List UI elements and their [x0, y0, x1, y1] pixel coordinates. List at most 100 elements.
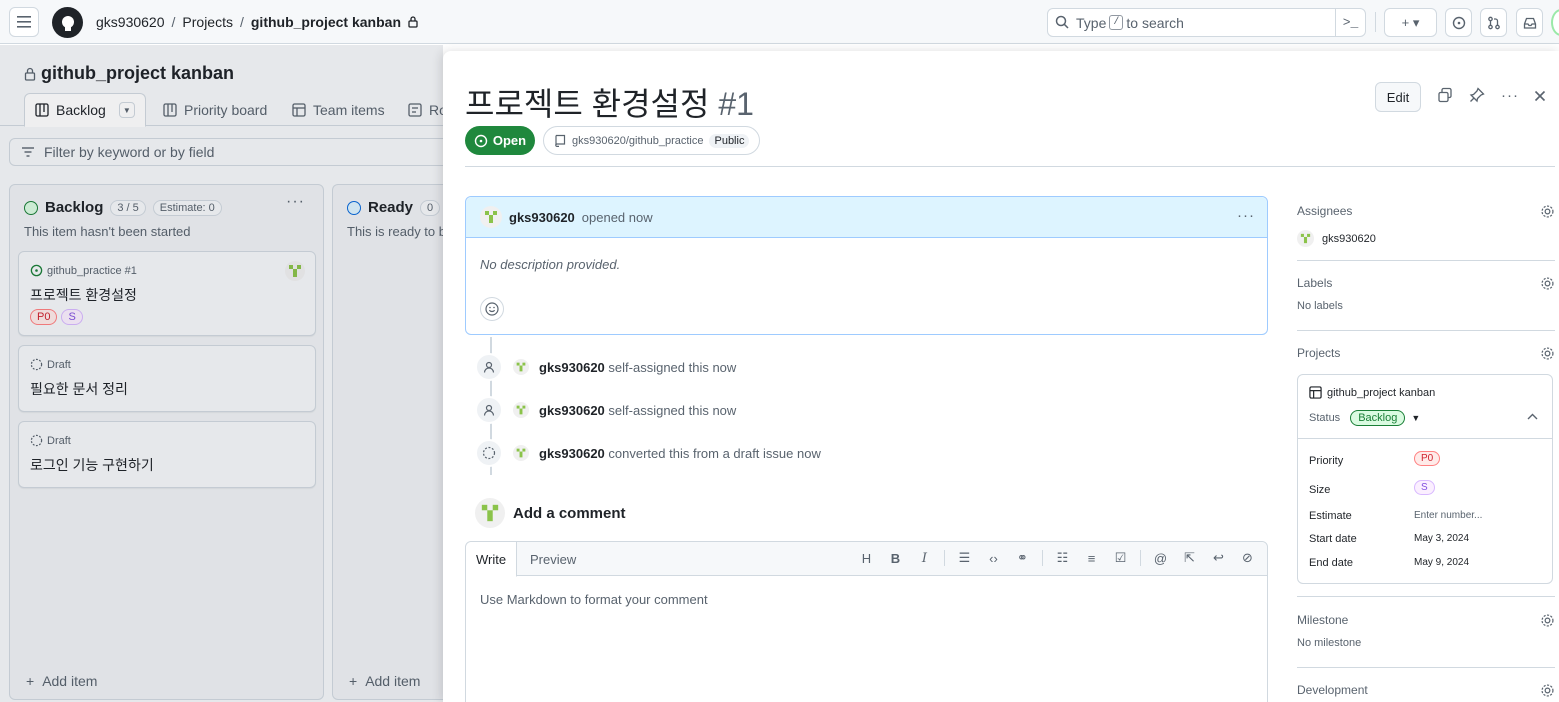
labels-section: Labels No labels — [1297, 276, 1555, 312]
card[interactable]: github_practice #1 프로젝트 환경설정 P0 S — [18, 251, 316, 336]
field-key: Start date — [1309, 533, 1357, 545]
issues-button[interactable] — [1445, 8, 1472, 37]
menu-button[interactable] — [9, 7, 39, 37]
search-input[interactable]: Type / to search >_ — [1047, 8, 1366, 37]
projects-section: Projects — [1297, 346, 1555, 360]
crumb-separator: / — [239, 14, 244, 30]
card-meta: Draft — [30, 434, 71, 447]
cross-reference-icon[interactable]: ⇱ — [1180, 550, 1199, 566]
comment-author[interactable]: gks930620 — [509, 210, 575, 225]
gear-icon[interactable] — [1540, 276, 1555, 291]
chevron-up-icon[interactable] — [1527, 413, 1538, 420]
quote-icon[interactable]: ☰ — [955, 550, 974, 566]
editor-toolbar: Write Preview H B I ☰ ‹› ⚭ ☷ ≡ ☑ @ ⇱ ↩ ⊘ — [466, 542, 1267, 577]
divider — [1297, 667, 1555, 668]
add-item-label: Add item — [365, 673, 421, 689]
crumb-project[interactable]: github_project kanban — [251, 14, 401, 30]
crumb-owner[interactable]: gks930620 — [96, 14, 165, 30]
pull-requests-button[interactable] — [1480, 8, 1507, 37]
card-title[interactable]: 로그인 기능 구현하기 — [30, 455, 154, 475]
size-label: S — [1414, 480, 1435, 495]
gear-icon[interactable] — [1540, 204, 1555, 219]
timeline-user[interactable]: gks930620 — [539, 360, 605, 375]
repo-chip[interactable]: gks930620/github_practice Public — [543, 126, 761, 155]
link-icon[interactable]: ⚭ — [1013, 550, 1032, 566]
gear-icon[interactable] — [1540, 346, 1555, 361]
inbox-button[interactable] — [1516, 8, 1543, 37]
slash-command-icon[interactable]: ⊘ — [1238, 550, 1257, 566]
ordered-list-icon[interactable]: ≡ — [1082, 551, 1101, 566]
copy-icon[interactable] — [1437, 87, 1453, 103]
close-icon[interactable] — [1534, 90, 1546, 102]
card[interactable]: Draft 필요한 문서 정리 — [18, 345, 316, 412]
timeline-item: gks930620 converted this from a draft is… — [475, 437, 821, 469]
tab-backlog[interactable]: Backlog ▼ — [24, 93, 146, 127]
comment-options-icon[interactable]: ··· — [1237, 207, 1255, 224]
card-type: Draft — [47, 434, 71, 447]
comment-textarea-placeholder[interactable]: Use Markdown to format your comment — [480, 592, 708, 607]
top-header: gks930620 / Projects / github_project ka… — [0, 0, 1559, 44]
avatar[interactable] — [1551, 9, 1559, 36]
mention-icon[interactable]: @ — [1151, 551, 1170, 566]
person-icon — [475, 396, 503, 424]
project-link[interactable]: github_project kanban — [1309, 386, 1435, 399]
bold-button[interactable]: B — [886, 551, 905, 566]
italic-button[interactable]: I — [915, 551, 934, 566]
filter-input[interactable]: Filter by keyword or by field — [9, 138, 449, 166]
tab-write[interactable]: Write — [466, 542, 518, 577]
issue-opened-icon — [474, 134, 488, 147]
add-item-button[interactable]: + Add item — [26, 673, 97, 689]
more-options-icon[interactable]: ··· — [1501, 87, 1519, 104]
reply-icon[interactable]: ↩ — [1209, 550, 1228, 566]
task-list-icon[interactable]: ☑ — [1111, 550, 1130, 566]
tab-team-items[interactable]: Team items — [292, 93, 385, 126]
column-menu-icon[interactable]: ··· — [286, 193, 305, 211]
crumb-projects[interactable]: Projects — [182, 14, 233, 30]
timeline-text: self-assigned this now — [608, 402, 737, 418]
comment-time: opened now — [581, 209, 653, 225]
gear-icon[interactable] — [1540, 613, 1555, 628]
edit-button[interactable]: Edit — [1375, 82, 1421, 112]
card-title[interactable]: 필요한 문서 정리 — [30, 379, 128, 399]
add-comment-heading: Add a comment — [475, 498, 626, 528]
unordered-list-icon[interactable]: ☷ — [1053, 550, 1072, 566]
board-icon — [163, 102, 177, 117]
timeline-user[interactable]: gks930620 — [539, 403, 605, 418]
add-reaction-button[interactable] — [480, 297, 504, 321]
field-key: End date — [1309, 557, 1354, 569]
start-date-value[interactable]: May 3, 2024 — [1414, 533, 1469, 544]
status-value[interactable]: Backlog — [1350, 410, 1406, 426]
table-icon — [1309, 386, 1322, 399]
pin-icon[interactable] — [1469, 87, 1485, 103]
column-backlog: Backlog 3 / 5 Estimate: 0 ··· This item … — [9, 184, 324, 700]
tab-roadmap[interactable]: Ro — [408, 93, 447, 126]
create-new-button[interactable]: + ▾ — [1384, 8, 1437, 37]
view-options-caret[interactable]: ▼ — [118, 102, 135, 118]
issue-opened-icon — [30, 264, 43, 277]
tab-priority-board[interactable]: Priority board — [163, 93, 267, 126]
issue-title: 프로젝트 환경설정 #1 — [465, 79, 754, 125]
assignee[interactable]: gks930620 — [1297, 230, 1555, 247]
code-icon[interactable]: ‹› — [984, 551, 1003, 566]
assignees-section: Assignees gks930620 — [1297, 204, 1555, 247]
card-repo: github_practice #1 — [47, 264, 137, 277]
card-labels: P0 S — [30, 309, 83, 325]
end-date-value[interactable]: May 9, 2024 — [1414, 557, 1469, 568]
estimate-input[interactable]: Enter number... — [1414, 510, 1482, 521]
draft-icon — [30, 434, 43, 447]
field-value[interactable]: P0 — [1414, 451, 1441, 466]
command-palette-button[interactable]: >_ — [1335, 9, 1365, 36]
tab-preview[interactable]: Preview — [520, 542, 586, 576]
gear-icon[interactable] — [1540, 683, 1555, 698]
timeline-user[interactable]: gks930620 — [539, 446, 605, 461]
assignee-name: gks930620 — [1322, 232, 1376, 245]
project-card-header: github_project kanban Status Backlog ▼ — [1298, 375, 1552, 439]
card-title[interactable]: 프로젝트 환경설정 — [30, 285, 137, 305]
column-name: Backlog — [45, 199, 104, 216]
github-logo-icon[interactable] — [52, 7, 83, 38]
triangle-down-icon[interactable]: ▼ — [1411, 413, 1420, 423]
card[interactable]: Draft 로그인 기능 구현하기 — [18, 421, 316, 488]
heading-button[interactable]: H — [857, 551, 876, 566]
add-item-button[interactable]: + Add item — [349, 673, 420, 689]
field-value[interactable]: S — [1414, 480, 1435, 495]
